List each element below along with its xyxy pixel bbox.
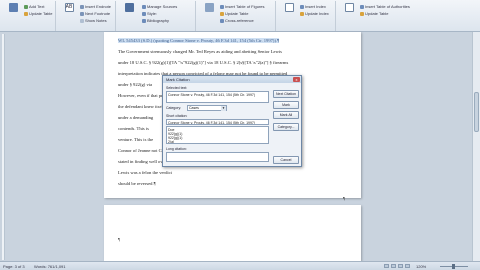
show-notes-button[interactable]: Show Notes [80, 18, 107, 23]
cross-reference-icon [220, 18, 224, 23]
close-icon[interactable]: x [293, 77, 300, 82]
ribbon-group-captions: Insert Table of Figures Update Table Cro… [198, 1, 276, 31]
long-citation-field[interactable] [166, 152, 269, 162]
insert-table-of-figures-button[interactable]: Insert Table of Figures [220, 4, 265, 9]
update-index-button[interactable]: Update Index [300, 11, 329, 16]
footnote-icon: AB [64, 3, 74, 12]
mark-all-button[interactable]: Mark All [273, 111, 299, 119]
style-dropdown[interactable]: Style: [142, 11, 157, 16]
zoom-slider-thumb[interactable] [452, 264, 455, 269]
add-text-icon [24, 4, 28, 9]
toc-icon [8, 3, 18, 12]
index-icon [300, 4, 304, 9]
scrollbar-thumb[interactable] [474, 92, 479, 132]
category-select[interactable]: Cases ▼ [187, 105, 227, 111]
manage-sources-button[interactable]: Manage Sources [142, 4, 177, 9]
add-text-button[interactable]: Add Text [24, 4, 45, 9]
ribbon-group-toa: Insert Table of Authorities Update Table [338, 1, 478, 31]
next-citation-button[interactable]: Next Citation [273, 90, 299, 98]
next-footnote-button[interactable]: Next Footnote [80, 11, 110, 16]
insert-footnote-button[interactable]: AB [60, 3, 78, 13]
web-layout-view-button[interactable] [398, 264, 403, 268]
insert-endnote-button[interactable]: Insert Endnote [80, 4, 111, 9]
refresh-icon [24, 11, 28, 16]
bibliography-button[interactable]: Bibliography [142, 18, 169, 23]
next-footnote-icon [80, 11, 84, 16]
chevron-down-icon: ▼ [221, 106, 226, 111]
category-label: Category: [166, 106, 182, 110]
ribbon-group-footnotes: AB Insert Endnote Next Footnote Show Not… [58, 1, 116, 31]
cross-reference-button[interactable]: Cross-reference [220, 18, 254, 23]
insert-citation-button[interactable] [120, 3, 138, 13]
page-count[interactable]: Page: 3 of 3 [3, 264, 25, 269]
mark-citation-button[interactable] [340, 3, 358, 13]
short-citation-field[interactable]: Connor Stone v. Prouty, 46 F.3d 141, 154… [166, 119, 269, 125]
endnote-icon [80, 4, 84, 9]
paragraph-mark: ¶ [118, 237, 121, 242]
mark-entry-icon [284, 3, 294, 12]
print-layout-view-button[interactable] [384, 264, 389, 268]
mark-button[interactable]: Mark [273, 101, 299, 109]
doc-line: Lewis was a felon the verdict [118, 170, 172, 175]
word-count[interactable]: Words: 761/1,091 [34, 264, 66, 269]
vertical-ruler [2, 34, 5, 260]
refresh-icon [360, 11, 364, 16]
style-icon [142, 11, 146, 16]
selected-text-label: Selected text: [166, 86, 188, 90]
vertical-scrollbar[interactable] [472, 32, 480, 261]
ribbon-group-index: Insert Index Update Index [278, 1, 336, 31]
category-button[interactable]: Category... [273, 123, 299, 131]
short-citation-label: Short citation: [166, 114, 188, 118]
manage-sources-icon [142, 4, 146, 9]
full-screen-view-button[interactable] [391, 264, 396, 268]
long-citation-label: Long citation: [166, 147, 187, 151]
status-bar: Page: 3 of 3 Words: 761/1,091 120% [0, 261, 480, 270]
table-of-contents-button[interactable] [4, 3, 22, 13]
refresh-icon [300, 11, 304, 16]
doc-line: should be reversed.¶ [118, 181, 156, 186]
insert-table-of-authorities-button[interactable]: Insert Table of Authorities [360, 4, 410, 9]
doc-line: under 18 U.S.C. § 922(g)(1)[TA "\s"922(g… [118, 60, 289, 65]
insert-index-button[interactable]: Insert Index [300, 4, 326, 9]
captions-update-table-button[interactable]: Update Table [220, 11, 249, 16]
short-citation-list[interactable]: Doe 922(g)(1) 922(g)(1) 2(a) [166, 126, 269, 144]
ribbon-group-citations: Manage Sources Style: Bibliography [118, 1, 196, 31]
refresh-icon [220, 11, 224, 16]
ribbon-group-toc: Add Text Update Table [2, 1, 56, 31]
show-notes-icon [80, 18, 84, 23]
table-of-authorities-icon [360, 4, 364, 9]
zoom-level[interactable]: 120% [416, 264, 426, 269]
selected-text-field[interactable]: Connor Stone v. Prouty, 46 F.3d 141, 154… [166, 91, 269, 103]
citation-icon [124, 3, 134, 12]
paragraph-mark: ¶ [342, 196, 345, 201]
list-item[interactable]: 2(a) [168, 140, 267, 143]
dialog-title: Mark Citation [163, 76, 301, 83]
document-page-2[interactable]: ¶ [104, 205, 361, 261]
ribbon: Add Text Update Table AB Insert Endnote … [0, 0, 480, 32]
bibliography-icon [142, 18, 146, 23]
cancel-button[interactable]: Cancel [273, 156, 299, 164]
doc-line: WL 545433 (S.D.) (quoting Connor Stone v… [118, 38, 280, 43]
update-table-button[interactable]: Update Table [24, 11, 53, 16]
mark-citation-icon [344, 3, 354, 12]
mark-entry-button[interactable] [280, 3, 298, 13]
insert-caption-button[interactable] [200, 3, 218, 13]
table-of-figures-icon [220, 4, 224, 9]
toa-update-table-button[interactable]: Update Table [360, 11, 389, 16]
doc-line: The Government strenuously charged Mr. T… [118, 49, 282, 54]
mark-citation-dialog: Mark Citation x Selected text: Connor St… [162, 75, 302, 167]
caption-icon [204, 3, 214, 12]
outline-view-button[interactable] [405, 264, 410, 268]
